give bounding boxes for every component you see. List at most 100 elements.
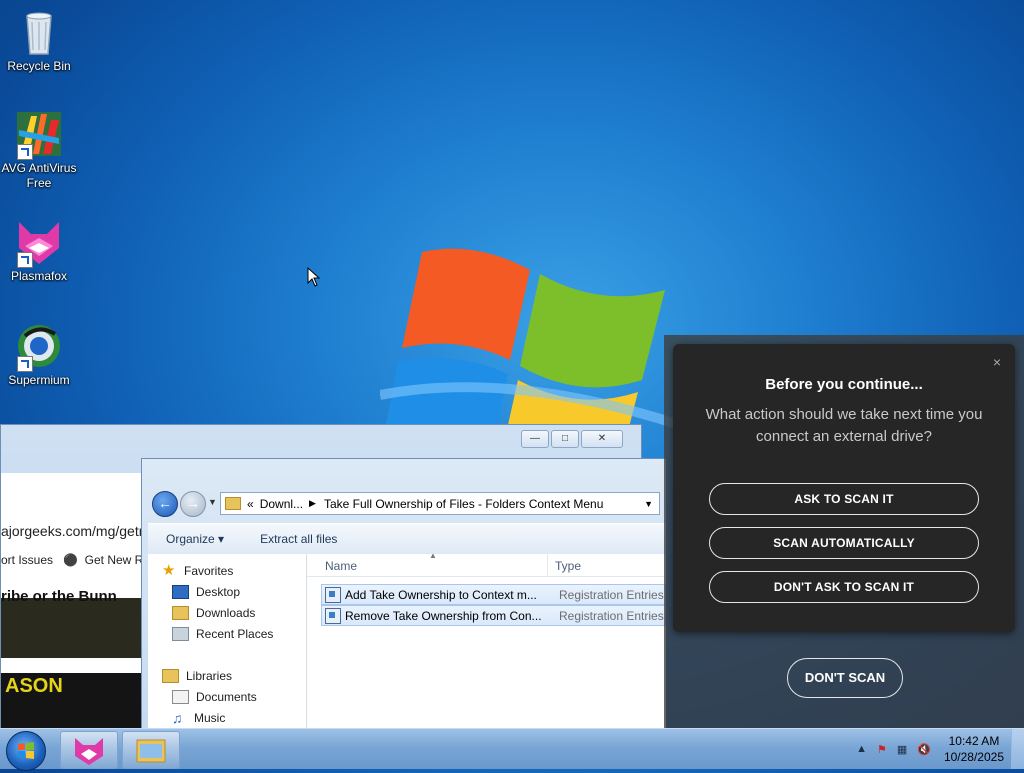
breadcrumb-current[interactable]: Take Full Ownership of Files - Folders C… [324, 497, 603, 511]
dialog-message: What action should we take next time you… [705, 406, 983, 445]
recent-pages-dropdown-icon[interactable]: ▼ [208, 497, 217, 507]
organize-label: Organize [166, 532, 215, 546]
desktop-icon-label: Plasmafox [10, 269, 68, 283]
windows-start-icon [18, 742, 34, 759]
nav-documents-label: Documents [196, 690, 257, 704]
file-name: Add Take Ownership to Context m... [345, 587, 537, 602]
desktop-icon-supermium[interactable]: Supermium [0, 322, 78, 388]
bookmark-item[interactable]: ort Issues [1, 553, 53, 567]
nav-libraries-label: Libraries [186, 669, 233, 683]
taskbar-explorer[interactable] [122, 731, 180, 769]
breadcrumb-prefix[interactable]: « [247, 497, 254, 511]
address-dropdown-icon[interactable]: ▼ [644, 499, 653, 509]
registry-file-icon [325, 586, 341, 603]
scan-prompt-dialog: × Before you continue... What action sho… [673, 344, 1015, 632]
page-image: ASON [1, 673, 143, 733]
ask-to-scan-button[interactable]: ASK TO SCAN IT [709, 483, 979, 515]
explorer-navbar: ← → ▼ « Downl... ▶ Take Full Ownership o… [148, 489, 666, 517]
action-center-flag-icon[interactable]: ⚑ [877, 743, 887, 756]
close-icon[interactable]: × [993, 354, 1001, 370]
navigation-pane: ★ Favorites Desktop Downloads Recent Pla… [148, 554, 307, 731]
address-bar[interactable]: « Downl... ▶ Take Full Ownership of File… [220, 492, 660, 515]
column-divider[interactable] [547, 554, 548, 576]
nav-music[interactable]: ♫ Music [172, 711, 225, 725]
forward-arrow-icon: → [186, 495, 200, 511]
plasmafox-icon [15, 218, 63, 268]
file-row[interactable]: Add Take Ownership to Context m... Regis… [321, 584, 666, 605]
downloads-folder-icon [172, 606, 189, 620]
page-banner [1, 598, 143, 658]
star-icon: ★ [162, 562, 176, 579]
page-text: ribe or the Bunn [1, 588, 117, 605]
explorer-folder-icon [136, 739, 166, 763]
extract-all-button[interactable]: Extract all files [242, 532, 355, 546]
show-hidden-icons-icon[interactable]: ▲ [856, 743, 867, 755]
show-desktop-button[interactable] [1011, 729, 1024, 769]
file-list: ▲ Name Type Add Take Ownership to Contex… [307, 551, 666, 731]
documents-icon [172, 690, 189, 704]
file-row[interactable]: Remove Take Ownership from Con... Regist… [321, 605, 666, 626]
scan-automatically-button[interactable]: SCAN AUTOMATICALLY [709, 527, 979, 559]
recent-places-icon [172, 627, 189, 641]
nav-documents[interactable]: Documents [172, 690, 257, 704]
music-icon: ♫ [172, 710, 183, 726]
nav-downloads[interactable]: Downloads [172, 606, 255, 620]
back-arrow-icon: ← [158, 495, 172, 511]
sort-indicator-icon: ▲ [429, 551, 437, 560]
breadcrumb-arrow-icon[interactable]: ▶ [309, 498, 316, 509]
nav-recent-places[interactable]: Recent Places [172, 627, 273, 641]
column-type-header[interactable]: Type [555, 559, 581, 573]
clock[interactable]: 10:42 AM 10/28/2025 [944, 733, 1004, 765]
nav-downloads-label: Downloads [196, 606, 256, 620]
dont-ask-to-scan-button[interactable]: DON'T ASK TO SCAN IT [709, 571, 979, 603]
shortcut-arrow-icon [17, 144, 33, 160]
desktop-icon [172, 585, 189, 599]
organize-button[interactable]: Organize ▾ [148, 532, 242, 546]
start-button[interactable] [6, 731, 46, 771]
nav-desktop[interactable]: Desktop [172, 585, 240, 599]
supermium-icon [15, 322, 63, 372]
desktop-icon-plasmafox[interactable]: Plasmafox [0, 218, 78, 284]
system-tray: ▲ ⚑ ▦ 🔇 10:42 AM 10/28/2025 [851, 729, 1004, 769]
taskbar: ▲ ⚑ ▦ 🔇 10:42 AM 10/28/2025 [0, 728, 1024, 771]
minimize-button[interactable]: — [521, 430, 549, 448]
avg-antivirus-icon [15, 110, 63, 160]
browser-page[interactable]: ajorgeeks.com/mg/getr ort Issues ⚫ Get N… [1, 473, 143, 735]
clock-time: 10:42 AM [948, 734, 1000, 748]
desktop-icon-avg[interactable]: AVG AntiVirus Free [0, 110, 78, 191]
nav-music-label: Music [194, 711, 226, 725]
file-name: Remove Take Ownership from Con... [345, 608, 542, 623]
nav-desktop-label: Desktop [196, 585, 241, 599]
network-icon[interactable]: ▦ [897, 743, 907, 756]
column-name-header[interactable]: Name [325, 559, 357, 573]
explorer-window[interactable]: ← → ▼ « Downl... ▶ Take Full Ownership o… [141, 458, 666, 732]
bookmark-item[interactable]: Get New Rel [85, 553, 143, 567]
explorer-toolbar: Organize ▾ Extract all files [148, 523, 666, 555]
folder-icon [225, 497, 241, 510]
maximize-button[interactable]: □ [551, 430, 579, 448]
back-button[interactable]: ← [152, 491, 178, 517]
browser-url[interactable]: ajorgeeks.com/mg/getr [1, 523, 143, 539]
plasmafox-icon [75, 738, 103, 765]
nav-libraries[interactable]: Libraries [162, 669, 232, 683]
dont-scan-button[interactable]: DON'T SCAN [787, 658, 903, 698]
clock-date: 10/28/2025 [943, 750, 1004, 764]
desktop-icon-recycle-bin[interactable]: Recycle Bin [0, 8, 78, 74]
forward-button[interactable]: → [180, 491, 206, 517]
nav-favorites-label: Favorites [184, 564, 234, 578]
volume-muted-icon[interactable]: 🔇 [917, 743, 931, 756]
breadcrumb-parent[interactable]: Downl... [260, 497, 303, 511]
mouse-cursor-icon [307, 266, 321, 290]
file-type: Registration Entries [559, 608, 664, 623]
libraries-icon [162, 669, 179, 683]
shortcut-arrow-icon [17, 252, 33, 268]
desktop-icon-label: Recycle Bin [7, 59, 71, 73]
taskbar-plasmafox[interactable] [60, 731, 118, 769]
column-headers: ▲ Name Type [307, 551, 666, 577]
desktop-icon-label: AVG AntiVirus Free [1, 161, 77, 190]
nav-favorites[interactable]: ★ Favorites [162, 562, 234, 579]
close-button[interactable]: ✕ [581, 430, 623, 448]
nav-recent-label: Recent Places [196, 627, 274, 641]
browser-caption-buttons: — □ ✕ [521, 430, 623, 448]
desktop-icon-label: Supermium [8, 373, 70, 387]
